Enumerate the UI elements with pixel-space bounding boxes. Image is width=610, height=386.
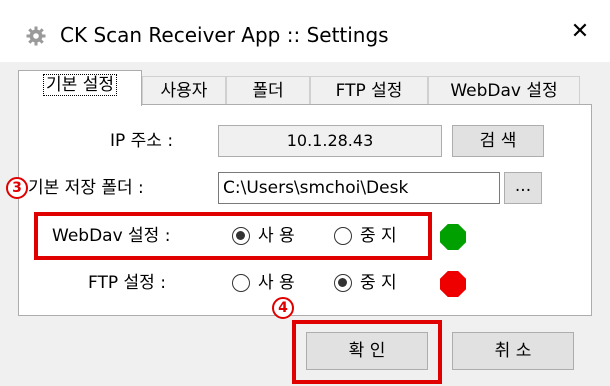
tab-folder[interactable]: 폴더 <box>226 76 310 104</box>
tab-label: 사용자 <box>160 81 208 101</box>
tab-label: 폴더 <box>252 81 284 101</box>
ip-label: IP 주소 : <box>110 131 174 151</box>
search-button[interactable]: 검 색 <box>452 125 544 157</box>
tab-basic-settings[interactable]: 기본 설정 <box>18 70 142 106</box>
tab-label: 기본 설정 <box>43 74 117 96</box>
ok-button[interactable]: 확 인 <box>306 332 428 370</box>
annotation-marker-3: 3 <box>6 177 28 199</box>
webdav-label: WebDav 설정 : <box>52 226 171 246</box>
webdav-use-label: 사 용 <box>258 226 295 246</box>
window-title: CK Scan Receiver App :: Settings <box>60 23 389 47</box>
browse-button[interactable]: ... <box>504 172 542 204</box>
tab-users[interactable]: 사용자 <box>142 76 226 104</box>
gear-icon <box>26 26 46 46</box>
tab-webdav-settings[interactable]: WebDav 설정 <box>428 76 580 104</box>
settings-window: CK Scan Receiver App :: Settings ✕ 기본 설정… <box>0 0 610 386</box>
annotation-marker-4: 4 <box>272 297 294 319</box>
tab-label: FTP 설정 <box>335 81 403 101</box>
ftp-use-radio[interactable] <box>232 274 250 292</box>
ftp-label: FTP 설정 : <box>88 273 166 293</box>
webdav-stop-radio[interactable] <box>334 227 352 245</box>
webdav-use-radio[interactable] <box>232 227 250 245</box>
storage-path-input[interactable]: C:\Users\smchoi\Desk <box>218 172 500 204</box>
cancel-button[interactable]: 취 소 <box>452 332 574 370</box>
close-button[interactable]: ✕ <box>550 0 610 62</box>
tab-label: WebDav 설정 <box>450 81 558 101</box>
tab-ftp-settings[interactable]: FTP 설정 <box>310 76 428 104</box>
title-bar: CK Scan Receiver App :: Settings ✕ <box>0 0 610 62</box>
ftp-stop-radio[interactable] <box>334 274 352 292</box>
ip-address-field: 10.1.28.43 <box>218 125 442 157</box>
webdav-stop-label: 중 지 <box>360 226 397 246</box>
close-icon: ✕ <box>570 18 590 44</box>
ftp-stop-label: 중 지 <box>360 273 397 293</box>
storage-folder-label: 기본 저장 폴더 : <box>28 178 144 198</box>
ftp-use-label: 사 용 <box>258 273 295 293</box>
